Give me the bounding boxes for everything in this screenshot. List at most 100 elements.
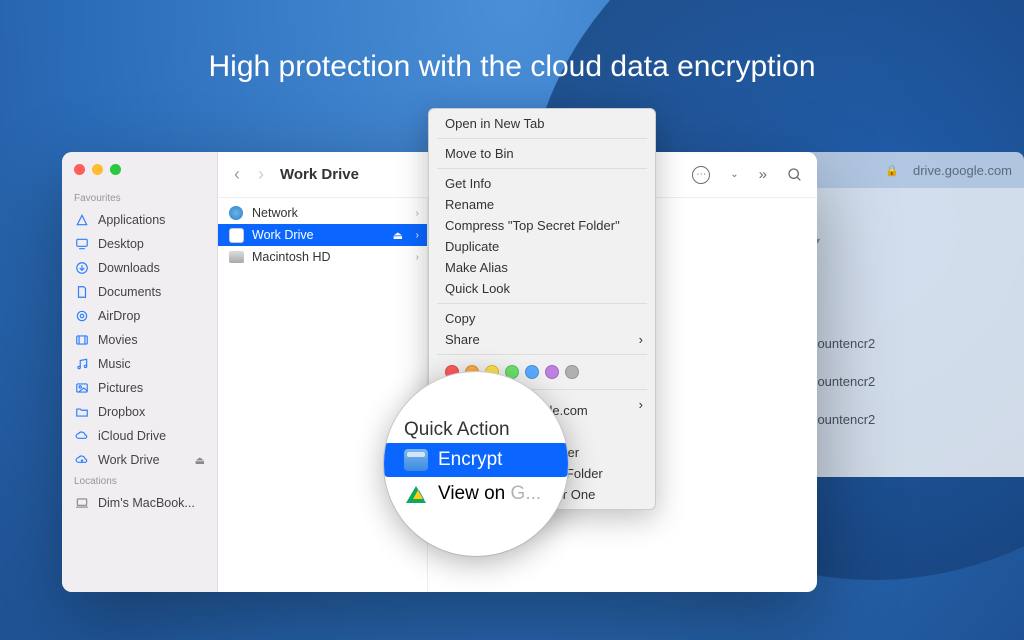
separator bbox=[437, 168, 647, 169]
sidebar-item-label: Dropbox bbox=[98, 405, 145, 419]
menu-item-label: Open in New Tab bbox=[445, 116, 545, 131]
drive-icon bbox=[74, 453, 90, 467]
menu-item-label: Move to Bin bbox=[445, 146, 514, 161]
context-menu-item[interactable]: Duplicate bbox=[429, 236, 655, 257]
separator bbox=[437, 354, 647, 355]
menu-item-label: Share bbox=[445, 332, 480, 347]
google-drive-icon bbox=[406, 486, 426, 503]
column-item[interactable]: ▲Work Drive⏏› bbox=[218, 224, 427, 246]
encrypt-action[interactable]: Encrypt bbox=[384, 443, 568, 477]
sidebar-item-label: Downloads bbox=[98, 261, 160, 275]
sidebar-item-music[interactable]: Music bbox=[62, 352, 217, 376]
separator bbox=[437, 303, 647, 304]
browser-url[interactable]: drive.google.com bbox=[913, 163, 1012, 178]
sidebar-item-label: Movies bbox=[98, 333, 138, 347]
forward-icon[interactable]: › bbox=[258, 164, 264, 185]
sidebar-item-work-drive[interactable]: Work Drive ⏏ bbox=[62, 448, 217, 472]
eject-icon[interactable]: ⏏ bbox=[195, 454, 205, 467]
chevron-right-icon: › bbox=[416, 208, 419, 219]
chevron-down-icon[interactable]: ⌄ bbox=[730, 169, 738, 180]
cloud-icon bbox=[74, 429, 90, 443]
context-menu-item[interactable]: Move to Bin bbox=[429, 143, 655, 164]
window-title: Work Drive bbox=[280, 166, 359, 183]
headline: High protection with the cloud data encr… bbox=[0, 50, 1024, 84]
sidebar-item-documents[interactable]: Documents bbox=[62, 280, 217, 304]
sidebar-item-icloud-drive[interactable]: iCloud Drive bbox=[62, 424, 217, 448]
encrypt-icon bbox=[404, 449, 428, 471]
maximize-icon[interactable] bbox=[110, 164, 121, 175]
menu-item-label: Quick Look bbox=[445, 281, 510, 296]
context-menu-item[interactable]: Get Info bbox=[429, 173, 655, 194]
chevron-right-icon: › bbox=[416, 252, 419, 263]
hdd-icon bbox=[228, 249, 244, 265]
globe-icon bbox=[228, 205, 244, 221]
context-menu-item[interactable]: Copy bbox=[429, 308, 655, 329]
sidebar-item-label: Music bbox=[98, 357, 131, 371]
menu-item-label: Duplicate bbox=[445, 239, 499, 254]
separator bbox=[437, 138, 647, 139]
context-menu-item[interactable]: Compress "Top Secret Folder" bbox=[429, 215, 655, 236]
search-icon[interactable] bbox=[787, 167, 803, 183]
item-label: Work Drive bbox=[252, 228, 314, 242]
window-controls bbox=[62, 162, 217, 189]
minimize-icon[interactable] bbox=[92, 164, 103, 175]
sidebar-item-label: Applications bbox=[98, 213, 165, 227]
lock-icon: 🔒 bbox=[885, 164, 899, 177]
sidebar-item-dropbox[interactable]: Dropbox bbox=[62, 400, 217, 424]
chevron-right-icon: › bbox=[416, 230, 419, 241]
menu-item-label: Copy bbox=[445, 311, 475, 326]
zoom-lens: Quick Action Encrypt View on G... bbox=[384, 372, 568, 556]
context-menu-item[interactable]: Rename bbox=[429, 194, 655, 215]
back-icon[interactable]: ‹ bbox=[234, 164, 240, 185]
tag-dot[interactable] bbox=[525, 365, 539, 379]
quick-actions-header: Quick Action bbox=[398, 417, 554, 443]
sidebar-item-pictures[interactable]: Pictures bbox=[62, 376, 217, 400]
context-menu-item[interactable]: Make Alias bbox=[429, 257, 655, 278]
sidebar-item-downloads[interactable]: Downloads bbox=[62, 256, 217, 280]
picture-icon bbox=[74, 381, 90, 395]
menu-item-label: Get Info bbox=[445, 176, 491, 191]
finder-sidebar: Favourites Applications Desktop Downloads Do… bbox=[62, 152, 218, 592]
view-label: View on G... bbox=[438, 483, 541, 505]
sidebar-item-movies[interactable]: Movies bbox=[62, 328, 217, 352]
column-item[interactable]: Macintosh HD › bbox=[218, 246, 427, 268]
airdrop-icon bbox=[74, 309, 90, 323]
sidebar-item-dim-s-macbook-[interactable]: Dim's MacBook... bbox=[62, 491, 217, 515]
sidebar-section-header: Favourites bbox=[62, 189, 217, 208]
column-1: Network›▲Work Drive⏏›Macintosh HD› bbox=[218, 198, 428, 592]
document-icon bbox=[74, 285, 90, 299]
sidebar-item-label: Work Drive bbox=[98, 453, 160, 467]
context-menu-item[interactable]: Open in New Tab bbox=[429, 113, 655, 134]
sidebar-item-label: Desktop bbox=[98, 237, 144, 251]
item-label: Network bbox=[252, 206, 298, 220]
movie-icon bbox=[74, 333, 90, 347]
tag-dot[interactable] bbox=[545, 365, 559, 379]
sidebar-item-label: AirDrop bbox=[98, 309, 140, 323]
app-icon bbox=[74, 213, 90, 227]
sidebar-item-label: iCloud Drive bbox=[98, 429, 166, 443]
laptop-icon bbox=[74, 496, 90, 510]
overflow-icon[interactable]: » bbox=[759, 166, 767, 183]
sidebar-section-header: Locations bbox=[62, 472, 217, 491]
more-icon[interactable]: ⋯ bbox=[692, 166, 710, 184]
sidebar-item-label: Pictures bbox=[98, 381, 143, 395]
menu-item-label: Compress "Top Secret Folder" bbox=[445, 218, 620, 233]
menu-item-label: Make Alias bbox=[445, 260, 508, 275]
view-on-drive-action[interactable]: View on G... bbox=[398, 477, 554, 511]
download-icon bbox=[74, 261, 90, 275]
close-icon[interactable] bbox=[74, 164, 85, 175]
sidebar-item-desktop[interactable]: Desktop bbox=[62, 232, 217, 256]
item-label: Macintosh HD bbox=[252, 250, 331, 264]
sidebar-item-label: Dim's MacBook... bbox=[98, 496, 195, 510]
sidebar-item-applications[interactable]: Applications bbox=[62, 208, 217, 232]
desktop-icon bbox=[74, 237, 90, 251]
encrypt-label: Encrypt bbox=[438, 449, 502, 471]
column-item[interactable]: Network › bbox=[218, 202, 427, 224]
context-menu-item[interactable]: Share› bbox=[429, 329, 655, 350]
music-icon bbox=[74, 357, 90, 371]
eject-icon[interactable]: ⏏ bbox=[393, 229, 403, 242]
tag-dot[interactable] bbox=[565, 365, 579, 379]
context-menu-item[interactable]: Quick Look bbox=[429, 278, 655, 299]
sidebar-item-airdrop[interactable]: AirDrop bbox=[62, 304, 217, 328]
sidebar-item-label: Documents bbox=[98, 285, 161, 299]
